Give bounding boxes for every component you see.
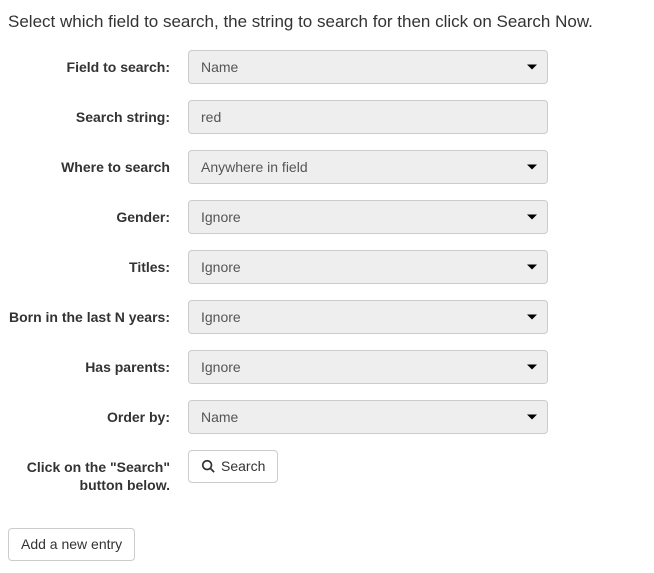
select-has-parents[interactable]: Ignore xyxy=(188,350,548,384)
row-search-button: Click on the "Search" button below. Sear… xyxy=(8,450,646,494)
chevron-down-icon xyxy=(527,265,537,270)
chevron-down-icon xyxy=(527,415,537,420)
select-order-by[interactable]: Name xyxy=(188,400,548,434)
chevron-down-icon xyxy=(527,165,537,170)
search-button[interactable]: Search xyxy=(188,450,278,483)
row-born-last-n: Born in the last N years: Ignore xyxy=(8,300,646,334)
label-born-last-n: Born in the last N years: xyxy=(8,300,188,326)
chevron-down-icon xyxy=(527,365,537,370)
select-where-to-search[interactable]: Anywhere in field xyxy=(188,150,548,184)
add-entry-button[interactable]: Add a new entry xyxy=(8,528,135,561)
select-gender[interactable]: Ignore xyxy=(188,200,548,234)
row-titles: Titles: Ignore xyxy=(8,250,646,284)
label-titles: Titles: xyxy=(8,250,188,276)
label-has-parents: Has parents: xyxy=(8,350,188,376)
label-where-to-search: Where to search xyxy=(8,150,188,176)
row-has-parents: Has parents: Ignore xyxy=(8,350,646,384)
search-button-label: Search xyxy=(221,458,265,475)
select-born-last-n[interactable]: Ignore xyxy=(188,300,548,334)
select-value: Ignore xyxy=(189,251,547,285)
row-order-by: Order by: Name xyxy=(8,400,646,434)
select-value: Anywhere in field xyxy=(189,151,547,185)
label-field-to-search: Field to search: xyxy=(8,50,188,76)
row-gender: Gender: Ignore xyxy=(8,200,646,234)
row-search-string: Search string: xyxy=(8,100,646,134)
row-where-to-search: Where to search Anywhere in field xyxy=(8,150,646,184)
input-search-string[interactable] xyxy=(188,100,548,134)
select-field-to-search[interactable]: Name xyxy=(188,50,548,84)
select-value: Name xyxy=(189,51,547,85)
select-value: Ignore xyxy=(189,351,547,385)
select-value: Name xyxy=(189,401,547,435)
chevron-down-icon xyxy=(527,315,537,320)
select-value: Ignore xyxy=(189,301,547,335)
row-field-to-search: Field to search: Name xyxy=(8,50,646,84)
label-gender: Gender: xyxy=(8,200,188,226)
label-search-string: Search string: xyxy=(8,100,188,126)
add-entry-button-label: Add a new entry xyxy=(21,536,122,553)
label-order-by: Order by: xyxy=(8,400,188,426)
select-titles[interactable]: Ignore xyxy=(188,250,548,284)
intro-text: Select which field to search, the string… xyxy=(8,12,646,32)
select-value: Ignore xyxy=(189,201,547,235)
label-search-button: Click on the "Search" button below. xyxy=(8,450,188,494)
search-icon xyxy=(201,459,215,473)
chevron-down-icon xyxy=(527,65,537,70)
chevron-down-icon xyxy=(527,215,537,220)
